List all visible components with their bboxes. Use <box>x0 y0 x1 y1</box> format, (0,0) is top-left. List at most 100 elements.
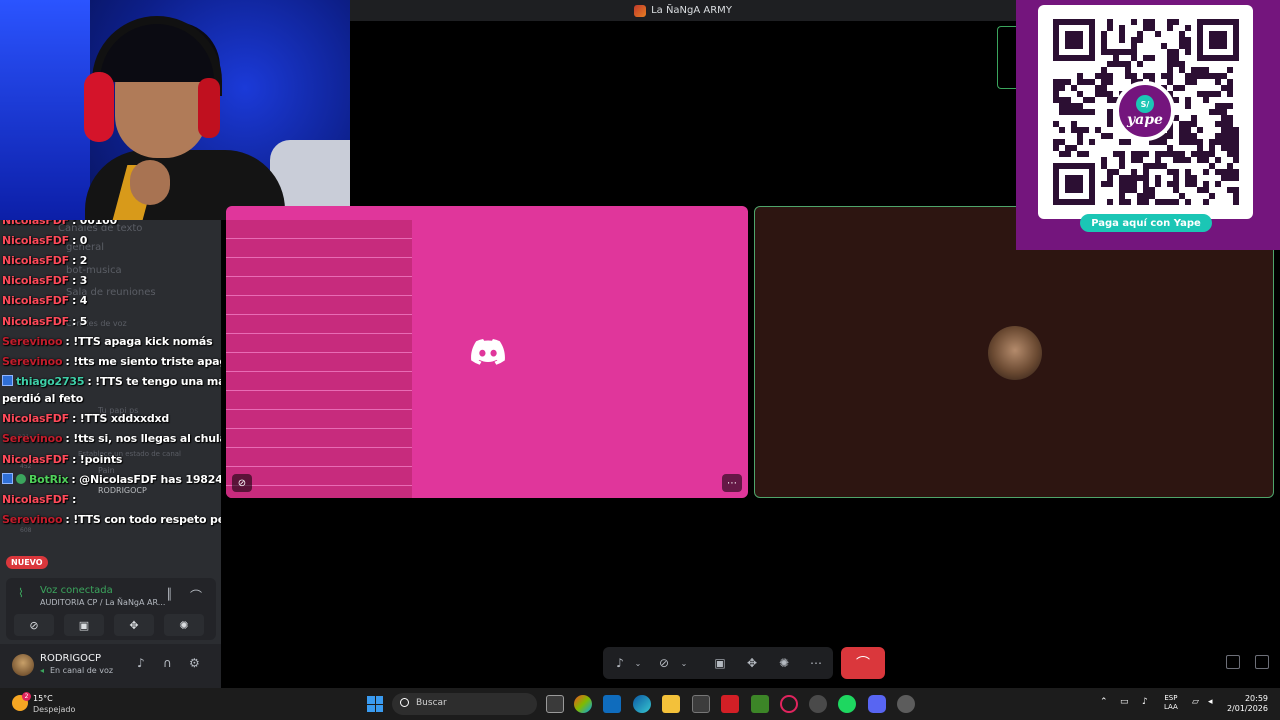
voice-status[interactable]: Voz conectada <box>40 585 113 596</box>
chat-text: : !points <box>71 453 123 466</box>
chat-username: thiago2735 <box>16 375 85 388</box>
chat-message: NicolasFDF: 00100 <box>2 220 117 227</box>
chat-text: : !TTS apaga kick nomás <box>65 335 213 348</box>
screen: La ÑaNgA ARMY Canales de texto general b… <box>0 0 1280 720</box>
chat-message: NicolasFDF: 3 <box>2 274 87 287</box>
popout-icon[interactable] <box>1226 655 1240 669</box>
disconnect-button[interactable]: ⌒ <box>841 647 885 679</box>
user-name[interactable]: RODRIGOCP <box>40 653 101 664</box>
chevron-down-icon: ⌄ <box>634 658 642 668</box>
language-indicator[interactable]: ESP LAA <box>1164 694 1178 712</box>
winrar-icon[interactable] <box>721 695 739 713</box>
tray-chevron-up-icon[interactable]: ⌃ <box>1100 697 1108 707</box>
chrome-icon[interactable] <box>809 695 827 713</box>
microphone-icon: ♪ <box>616 656 624 670</box>
chat-badge-icon <box>2 473 13 484</box>
search-placeholder: Buscar <box>416 698 447 708</box>
share-screen-button[interactable]: ▣ <box>707 647 733 679</box>
tray-microphone-icon[interactable]: ♪ <box>1142 697 1148 707</box>
user-avatar[interactable] <box>12 654 34 676</box>
minecraft-icon[interactable] <box>751 695 769 713</box>
chat-message: NicolasFDF: !points <box>2 453 122 466</box>
opera-icon[interactable] <box>780 695 798 713</box>
mic-button[interactable]: ♪ <box>609 647 631 679</box>
chat-username: Serevinoo <box>2 432 63 445</box>
store-icon[interactable] <box>603 695 621 713</box>
signal-icon[interactable]: ⌇ <box>18 586 24 600</box>
more-options-button[interactable]: ⋯ <box>803 647 829 679</box>
spotify-icon[interactable] <box>838 695 856 713</box>
yape-qr-overlay: S/ yape Paga aquí con Yape <box>1016 0 1280 250</box>
screen-share-icon: ▣ <box>714 656 726 670</box>
taskbar-search[interactable]: Buscar <box>392 693 537 715</box>
server-icon <box>634 4 647 17</box>
screen-share-button[interactable]: ▣ <box>64 614 104 636</box>
chat-username: BotRix <box>29 473 69 486</box>
screen-share-icon: ▣ <box>78 618 90 632</box>
chat-text: : 00100 <box>71 220 118 227</box>
discord-icon[interactable] <box>868 695 886 713</box>
settings-icon[interactable] <box>897 695 915 713</box>
headphones-icon[interactable]: ∩ <box>163 656 172 670</box>
mic-options-button[interactable]: ⌄ <box>631 647 645 679</box>
new-messages-badge[interactable]: NUEVO <box>6 556 48 569</box>
edge-icon[interactable] <box>633 695 651 713</box>
user-status: En canal de voz <box>50 666 114 675</box>
chat-username: Serevinoo <box>2 355 63 368</box>
voice-connection-panel: ⌇ Voz conectada AUDITORIA CP / La ÑaNgA … <box>6 578 216 640</box>
mute-status-icon: ⊘ <box>232 474 252 492</box>
camera-button[interactable]: ⊘ <box>653 647 675 679</box>
ms-store-icon[interactable] <box>692 695 710 713</box>
chat-text: : !TTS xddxxdxd <box>71 412 170 425</box>
taskbar-clock[interactable]: 20:59 2/01/2026 <box>1222 694 1268 714</box>
chat-message: Serevinoo: !tts si, nos llegas al chulap… <box>2 432 221 445</box>
chat-text: : <box>71 493 77 506</box>
activities-button[interactable]: ✥ <box>114 614 154 636</box>
noise-suppression-icon[interactable]: ║ <box>166 588 173 601</box>
weather-temperature[interactable]: 15°C <box>33 694 53 703</box>
voice-channel-name: AUDITORIA CP / La ÑaNgA AR... <box>40 598 166 607</box>
start-button[interactable] <box>367 696 383 712</box>
call-controls: ♪ ⌄ ⊘ ⌄ ▣ ✥ ✺ ⋯ <box>603 647 833 679</box>
participant-tile-discord[interactable]: ⊘ ⋯ <box>226 206 748 498</box>
activities-button[interactable]: ✥ <box>739 647 765 679</box>
tray-wifi-icon[interactable]: ▱ <box>1192 697 1199 707</box>
tray-network-icon[interactable]: ▭ <box>1120 697 1129 707</box>
activities-icon: ✥ <box>746 656 758 670</box>
weather-condition[interactable]: Despejado <box>33 705 75 714</box>
tile-options-button[interactable]: ⋯ <box>722 474 742 492</box>
soundboard-button[interactable]: ✺ <box>771 647 797 679</box>
chat-text: : !tts me siento triste apaga kick <box>65 355 221 368</box>
chat-username: NicolasFDF <box>2 412 69 425</box>
copilot-icon[interactable] <box>574 695 592 713</box>
qr-card: S/ yape <box>1038 5 1253 219</box>
chat-message: NicolasFDF: 2 <box>2 254 87 267</box>
disconnect-icon[interactable]: ⌒ <box>190 587 202 604</box>
clock-time: 20:59 <box>1244 694 1268 703</box>
task-view-icon[interactable] <box>546 695 564 713</box>
voice-member-rodrigocp: RODRIGOCP <box>98 486 147 495</box>
fullscreen-icon[interactable] <box>1255 655 1269 669</box>
chat-username: NicolasFDF <box>2 315 69 328</box>
camera-toggle-button[interactable]: ⊘ <box>14 614 54 636</box>
chat-text: : 2 <box>71 254 88 267</box>
windows-taskbar: 2 15°C Despejado Buscar ⌃ ▭ ♪ ESP LAA ▱ … <box>0 688 1280 720</box>
yape-coin-icon: S/ <box>1136 95 1154 113</box>
more-icon: ⋯ <box>810 656 822 670</box>
chat-message: NicolasFDF: 0 <box>2 234 87 247</box>
chevron-down-icon: ⌄ <box>680 658 688 668</box>
settings-gear-icon[interactable]: ⚙ <box>189 656 200 670</box>
chat-message: Serevinoo: !TTS con todo respeto pero no… <box>2 513 221 526</box>
activities-icon: ✥ <box>129 618 139 632</box>
tray-volume-icon[interactable]: ◂ <box>1208 697 1213 707</box>
soundboard-button[interactable]: ✺ <box>164 614 204 636</box>
chat-username: NicolasFDF <box>2 234 69 247</box>
microphone-icon[interactable]: ♪ <box>137 656 145 670</box>
verified-badge-icon <box>16 474 26 484</box>
chat-text: : @NicolasFDF has 19824 points. <box>71 473 221 486</box>
chat-text: : !TTS con todo respeto pero nos llegas … <box>65 513 221 526</box>
channel-sidebar: Canales de texto general bot-musica Sala… <box>0 220 221 688</box>
chat-text: : 5 <box>71 315 88 328</box>
camera-options-button[interactable]: ⌄ <box>677 647 691 679</box>
file-explorer-icon[interactable] <box>662 695 680 713</box>
